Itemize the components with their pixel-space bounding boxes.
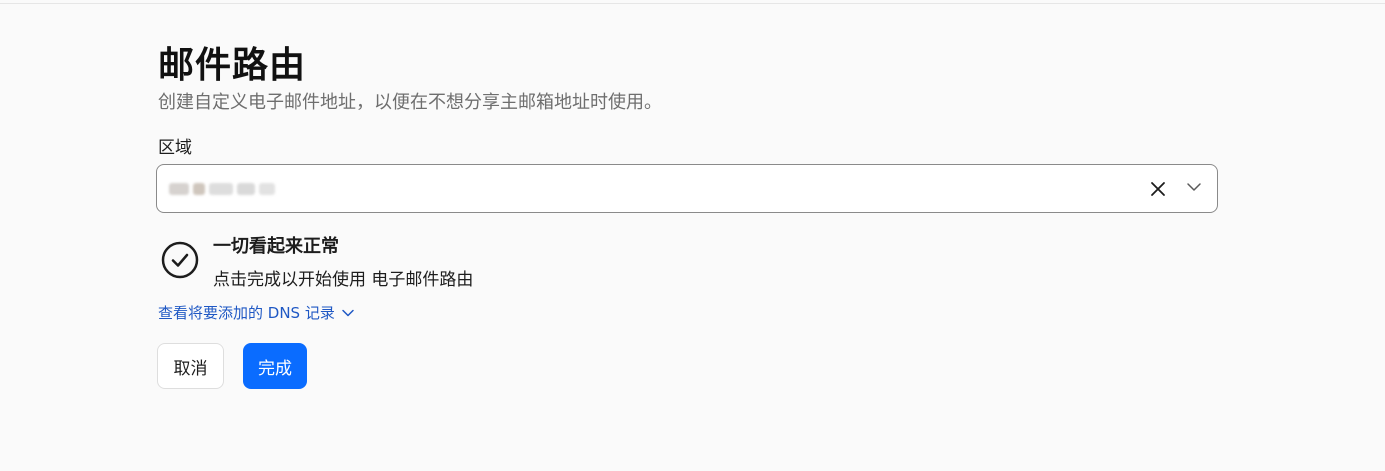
- dns-link-label: 查看将要添加的 DNS 记录: [158, 304, 335, 322]
- page-subtitle: 创建自定义电子邮件地址，以便在不想分享主邮箱地址时使用。: [158, 92, 662, 113]
- top-divider: [0, 3, 1385, 4]
- check-circle-icon: [161, 241, 199, 279]
- page-title: 邮件路由: [158, 45, 307, 86]
- status-title: 一切看起来正常: [213, 236, 339, 257]
- view-dns-records-link[interactable]: 查看将要添加的 DNS 记录: [158, 302, 355, 323]
- region-value-redacted: [169, 179, 285, 199]
- region-select[interactable]: [156, 164, 1218, 213]
- region-label: 区域: [158, 138, 192, 158]
- chevron-down-icon[interactable]: [1185, 178, 1203, 196]
- done-button[interactable]: 完成: [243, 343, 307, 389]
- chevron-down-icon: [342, 309, 354, 316]
- status-description: 点击完成以开始使用 电子邮件路由: [213, 270, 474, 290]
- cancel-button[interactable]: 取消: [157, 343, 224, 389]
- close-icon[interactable]: [1149, 180, 1167, 198]
- status-message: 一切看起来正常 点击完成以开始使用 电子邮件路由: [158, 232, 758, 292]
